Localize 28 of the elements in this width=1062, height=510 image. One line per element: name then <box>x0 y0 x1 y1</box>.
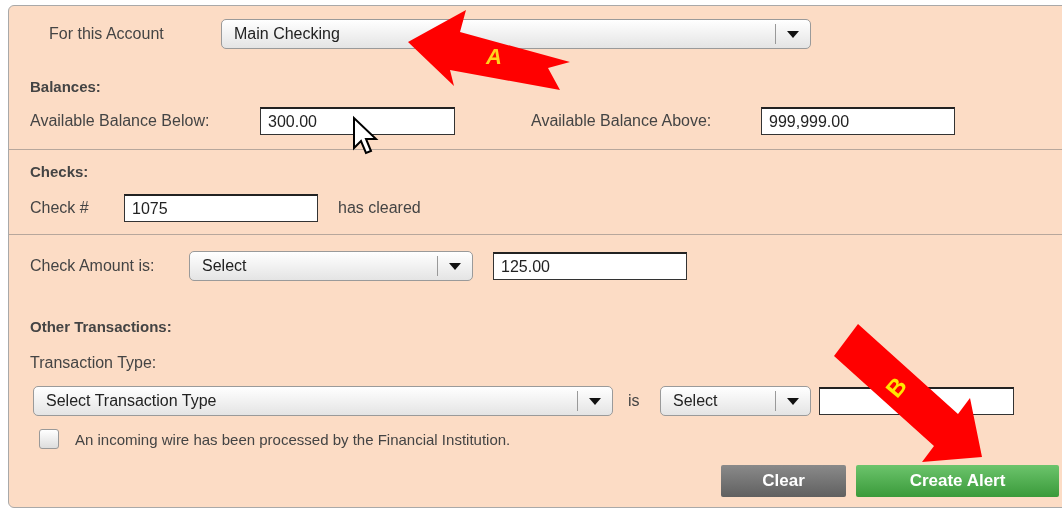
balance-above-field[interactable]: 999,999.00 <box>761 107 955 135</box>
checks-heading: Checks: <box>30 162 89 180</box>
caret-icon <box>787 397 799 405</box>
other-transactions-heading: Other Transactions: <box>30 317 172 335</box>
wire-checkbox[interactable] <box>39 429 59 449</box>
caret-icon <box>589 397 601 405</box>
check-amount-field[interactable]: 125.00 <box>493 252 687 280</box>
caret-icon <box>787 30 799 38</box>
mouse-cursor-icon <box>352 116 378 156</box>
check-amount-label: Check Amount is: <box>30 257 156 275</box>
check-number-field[interactable]: 1075 <box>124 194 318 222</box>
balance-below-field[interactable]: 300.00 <box>260 107 455 135</box>
annotation-arrow: A <box>408 10 570 90</box>
transaction-type-select[interactable]: Select Transaction Type <box>33 386 613 416</box>
clear-button[interactable]: Clear <box>721 465 846 497</box>
account-select[interactable]: Main Checking <box>221 19 811 49</box>
operator-select[interactable]: Select <box>660 386 811 416</box>
check-number-label: Check # <box>30 199 90 217</box>
wire-label: An incoming wire has been processed by the Financial Institution. <box>75 430 511 448</box>
is-label: is <box>628 392 641 410</box>
balance-below-label: Available Balance Below: <box>30 112 211 130</box>
check-amount-select[interactable]: Select <box>189 251 473 281</box>
cleared-label: has cleared <box>338 199 421 217</box>
balances-heading: Balances: <box>30 77 101 95</box>
balance-above-label: Available Balance Above: <box>531 112 713 130</box>
account-label: For this Account <box>49 25 165 43</box>
caret-icon <box>449 262 461 270</box>
transaction-type-label: Transaction Type: <box>30 354 157 372</box>
